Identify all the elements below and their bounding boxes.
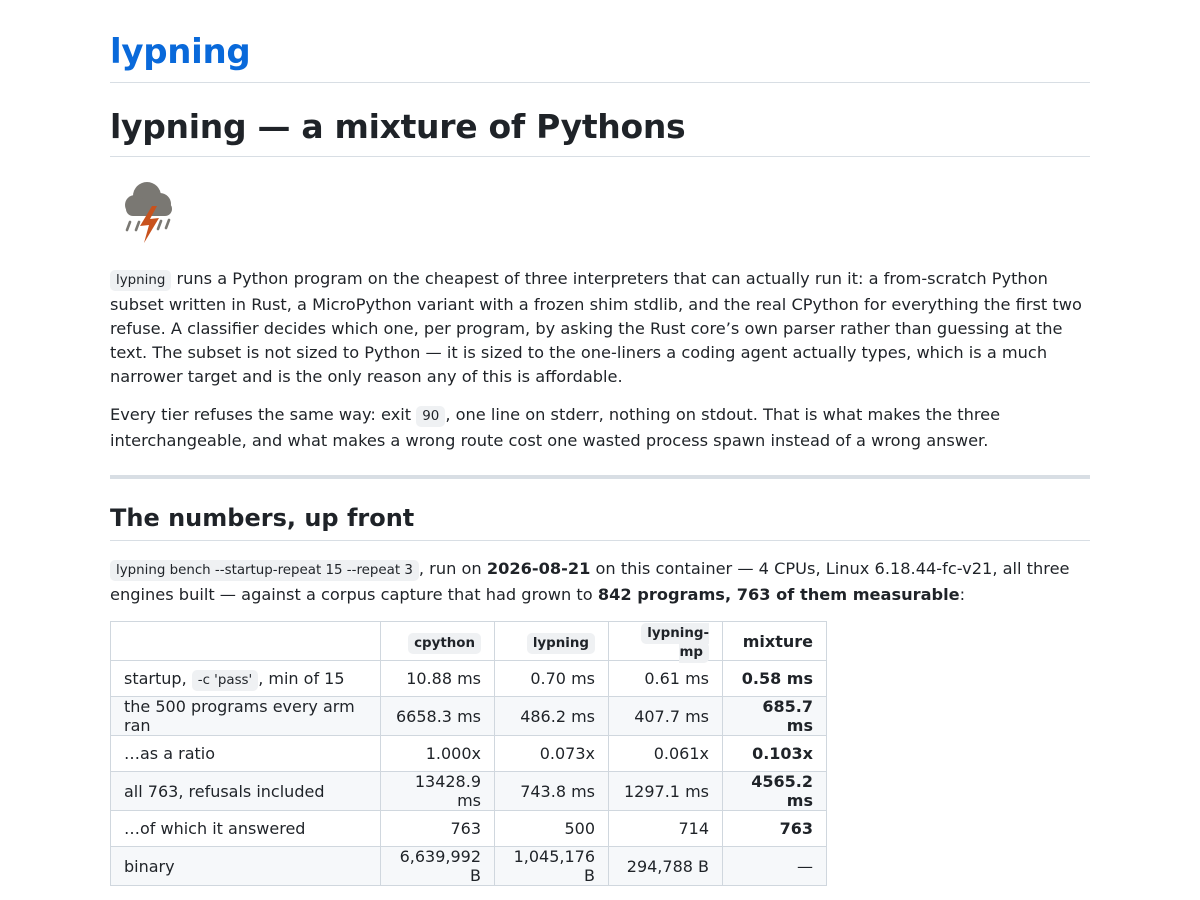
bench-date: 2026-08-21 xyxy=(486,559,591,578)
table-cell: 1.000x xyxy=(380,735,495,772)
table-cell: 743.8 ms xyxy=(494,771,609,811)
table-cell: 0.061x xyxy=(608,735,723,772)
table-row: the 500 programs every arm ran 6658.3 ms… xyxy=(110,696,827,736)
table-cell: 500 xyxy=(494,810,609,847)
intro-text: runs a Python program on the cheapest of… xyxy=(110,269,1082,386)
table-cell: 407.7 ms xyxy=(608,696,723,736)
inline-code: lypning bench --startup-repeat 15 --repe… xyxy=(110,560,419,581)
row-label: …as a ratio xyxy=(110,735,381,772)
table-cell: 10.88 ms xyxy=(380,660,495,697)
table-cell: 763 xyxy=(380,810,495,847)
row-label: the 500 programs every arm ran xyxy=(110,696,381,736)
table-cell: 0.103x xyxy=(722,735,827,772)
numbers-text: , run on xyxy=(418,559,487,578)
section-divider xyxy=(110,475,1090,479)
column-header xyxy=(110,621,381,661)
section-heading-divider xyxy=(110,540,1090,541)
table-cell: 294,788 B xyxy=(608,846,723,886)
numbers-paragraph: lypning bench --startup-repeat 15 --repe… xyxy=(110,557,1092,607)
numbers-text: : xyxy=(959,585,966,604)
table-row: binary 6,639,992 B 1,045,176 B 294,788 B… xyxy=(110,846,827,886)
table-cell: 6,639,992 B xyxy=(380,846,495,886)
title-divider xyxy=(110,156,1090,157)
table-cell: 13428.9 ms xyxy=(380,771,495,811)
table-cell: — xyxy=(722,846,827,886)
row-label: …of which it answered xyxy=(110,810,381,847)
page-title: lypning — a mixture of Pythons xyxy=(110,107,686,146)
table-cell: 6658.3 ms xyxy=(380,696,495,736)
column-header-lypning-mp: lypning-mp xyxy=(608,621,723,663)
site-title-link[interactable]: lypning xyxy=(110,29,251,75)
corpus-size: 842 programs, 763 of them measurable xyxy=(597,585,960,604)
row-label: all 763, refusals included xyxy=(110,771,381,811)
table-cell: 486.2 ms xyxy=(494,696,609,736)
column-header-mixture: mixture xyxy=(722,621,827,661)
table-cell: 763 xyxy=(722,810,827,847)
table-cell: 714 xyxy=(608,810,723,847)
header-divider xyxy=(110,82,1090,83)
table-row: startup, -c 'pass', min of 15 10.88 ms 0… xyxy=(110,660,827,697)
table-cell: 685.7 ms xyxy=(722,696,827,736)
table-cell: 4565.2 ms xyxy=(722,771,827,811)
intro-paragraph: lypning runs a Python program on the che… xyxy=(110,267,1092,389)
table-cell: 0.58 ms xyxy=(722,660,827,697)
table-row: …of which it answered 763 500 714 763 xyxy=(110,810,827,847)
inline-code: -c 'pass' xyxy=(191,670,259,691)
thunderstorm-cloud-icon xyxy=(122,178,178,244)
table-row: all 763, refusals included 13428.9 ms 74… xyxy=(110,771,827,811)
inline-code: lypning xyxy=(110,270,172,291)
inline-code: 90 xyxy=(416,406,446,427)
row-label: binary xyxy=(110,846,381,886)
refusal-paragraph: Every tier refuses the same way: exit 90… xyxy=(110,403,1092,453)
column-header-cpython: cpython xyxy=(380,621,495,661)
table-cell: 1297.1 ms xyxy=(608,771,723,811)
table-cell: 0.61 ms xyxy=(608,660,723,697)
table-row: …as a ratio 1.000x 0.073x 0.061x 0.103x xyxy=(110,735,827,772)
table-cell: 1,045,176 B xyxy=(494,846,609,886)
benchmark-table: cpython lypning lypning-mp mixture start… xyxy=(110,621,827,886)
refusal-text-before: Every tier refuses the same way: exit xyxy=(110,405,417,424)
table-cell: 0.073x xyxy=(494,735,609,772)
section-heading: The numbers, up front xyxy=(110,504,415,532)
table-header-row: cpython lypning lypning-mp mixture xyxy=(110,621,827,663)
column-header-lypning: lypning xyxy=(494,621,609,661)
table-cell: 0.70 ms xyxy=(494,660,609,697)
row-label: startup, -c 'pass', min of 15 xyxy=(110,660,381,697)
